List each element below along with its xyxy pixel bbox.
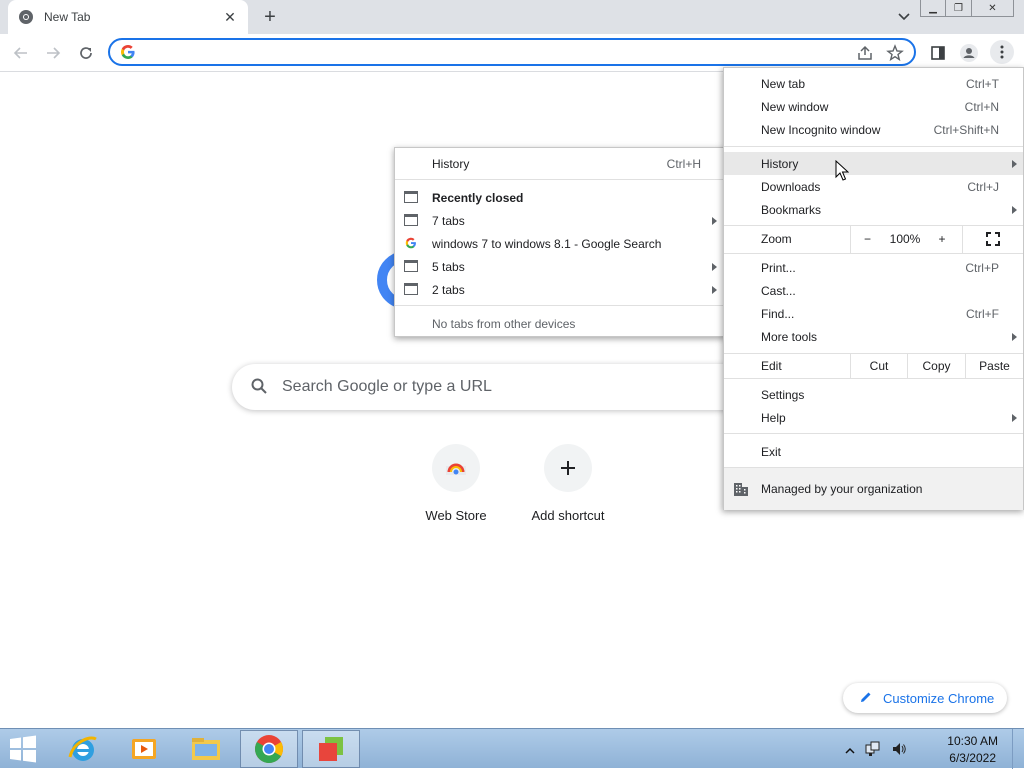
tab-title: New Tab [44,10,91,24]
search-icon [250,377,268,398]
app-windows-icon[interactable] [302,730,360,768]
minimize-button[interactable]: ▁ [920,0,946,17]
windows-start-icon[interactable] [8,735,40,763]
menu-item-find[interactable]: Find... Ctrl+F [724,302,1023,325]
chevron-right-icon [1012,332,1017,341]
show-desktop-button[interactable] [1012,729,1024,769]
chevron-right-icon [712,285,717,294]
menu-item-settings[interactable]: Settings [724,383,1023,406]
shortcut-web-store[interactable]: Web Store [400,444,512,523]
reload-icon[interactable] [73,40,99,66]
window-icon [404,283,418,295]
clock[interactable]: 10:30 AM 6/3/2022 [947,733,998,767]
menu-item-new-tab[interactable]: New tab Ctrl+T [724,72,1023,95]
recently-closed-item[interactable]: 7 tabs [395,209,725,232]
chrome-main-menu: New tab Ctrl+T New window Ctrl+N New Inc… [723,67,1024,510]
close-window-button[interactable]: ✕ [972,0,1014,17]
chevron-right-icon [1012,159,1017,168]
address-bar[interactable] [108,38,916,66]
media-player-icon[interactable] [115,730,173,768]
share-icon[interactable] [856,44,874,62]
tab-strip: New Tab ✕ + ▁ ❐ ✕ [0,0,1024,34]
menu-item-downloads[interactable]: Downloads Ctrl+J [724,175,1023,198]
plus-icon [544,444,592,492]
recently-closed-heading: Recently closed [395,186,725,209]
file-explorer-icon[interactable] [177,730,235,768]
chevron-right-icon [712,216,717,225]
cut-button[interactable]: Cut [850,353,907,378]
chevron-right-icon [1012,413,1017,422]
menu-item-print[interactable]: Print... Ctrl+P [724,256,1023,279]
building-icon [733,481,749,500]
search-box[interactable]: Search Google or type a URL [232,364,792,410]
fullscreen-icon[interactable] [962,225,1023,253]
chrome-icon [18,9,34,25]
pencil-icon [859,690,873,707]
menu-item-history[interactable]: History [724,152,1023,175]
menu-kebab-icon[interactable] [990,40,1014,64]
zoom-in-button[interactable]: + [926,225,958,253]
zoom-row: Zoom − 100% + [724,225,1023,253]
new-tab-button[interactable]: + [258,6,282,28]
paste-button[interactable]: Paste [965,353,1023,378]
recently-closed-item[interactable]: 2 tabs [395,278,725,301]
volume-icon[interactable] [891,741,907,760]
managed-by-org[interactable]: Managed by your organization [724,468,1023,510]
menu-item-new-window[interactable]: New window Ctrl+N [724,95,1023,118]
edit-label: Edit [761,359,782,373]
search-placeholder: Search Google or type a URL [282,378,492,395]
mouse-cursor-icon [835,159,850,185]
bookmark-star-icon[interactable] [886,44,904,62]
window-icon [404,214,418,226]
menu-item-new-incognito[interactable]: New Incognito window Ctrl+Shift+N [724,118,1023,141]
show-hidden-icons-icon[interactable] [845,744,855,758]
no-tabs-other-devices: No tabs from other devices [432,316,576,331]
restore-button[interactable]: ❐ [946,0,972,17]
side-panel-icon[interactable] [927,42,949,64]
recently-closed-item[interactable]: windows 7 to windows 8.1 - Google Search [395,232,725,255]
tab-search-icon[interactable] [894,8,914,26]
menu-item-more-tools[interactable]: More tools [724,325,1023,348]
customize-chrome-button[interactable]: Customize Chrome [843,683,1007,713]
window-icon [404,191,418,203]
forward-icon[interactable] [40,40,66,66]
recently-closed-item[interactable]: 5 tabs [395,255,725,278]
profile-icon[interactable] [958,42,980,64]
menu-item-help[interactable]: Help [724,406,1023,429]
google-g-icon [120,44,136,60]
menu-item-cast[interactable]: Cast... [724,279,1023,302]
close-tab-icon[interactable]: ✕ [222,9,238,25]
edit-row: Edit Cut Copy Paste [724,353,1023,378]
clock-time: 10:30 AM [947,734,998,748]
system-tray [845,741,907,760]
taskbar: 10:30 AM 6/3/2022 [0,728,1024,769]
internet-explorer-icon[interactable] [54,730,112,768]
web-store-icon [432,444,480,492]
window-icon [404,260,418,272]
customize-label: Customize Chrome [883,690,995,706]
google-g-icon [405,237,417,252]
zoom-out-button[interactable]: − [850,225,884,253]
add-shortcut-button[interactable]: Add shortcut [512,444,624,523]
clock-date: 6/3/2022 [949,751,996,765]
chrome-taskbar-icon[interactable] [240,730,298,768]
chevron-right-icon [712,262,717,271]
back-icon[interactable] [8,40,34,66]
submenu-item-history[interactable]: History Ctrl+H [395,152,725,175]
tab-new-tab[interactable]: New Tab ✕ [8,0,248,34]
menu-item-exit[interactable]: Exit [724,440,1023,463]
shortcut-label: Web Store [425,508,487,523]
window-controls: ▁ ❐ ✕ [920,0,1014,17]
zoom-value: 100% [889,232,921,246]
chevron-right-icon [1012,205,1017,214]
shortcut-label: Add shortcut [531,508,605,523]
history-submenu: History Ctrl+H Recently closed 7 tabs wi… [394,147,726,337]
network-icon[interactable] [865,741,881,760]
menu-item-bookmarks[interactable]: Bookmarks [724,198,1023,221]
zoom-label: Zoom [761,232,792,246]
copy-button[interactable]: Copy [907,353,965,378]
